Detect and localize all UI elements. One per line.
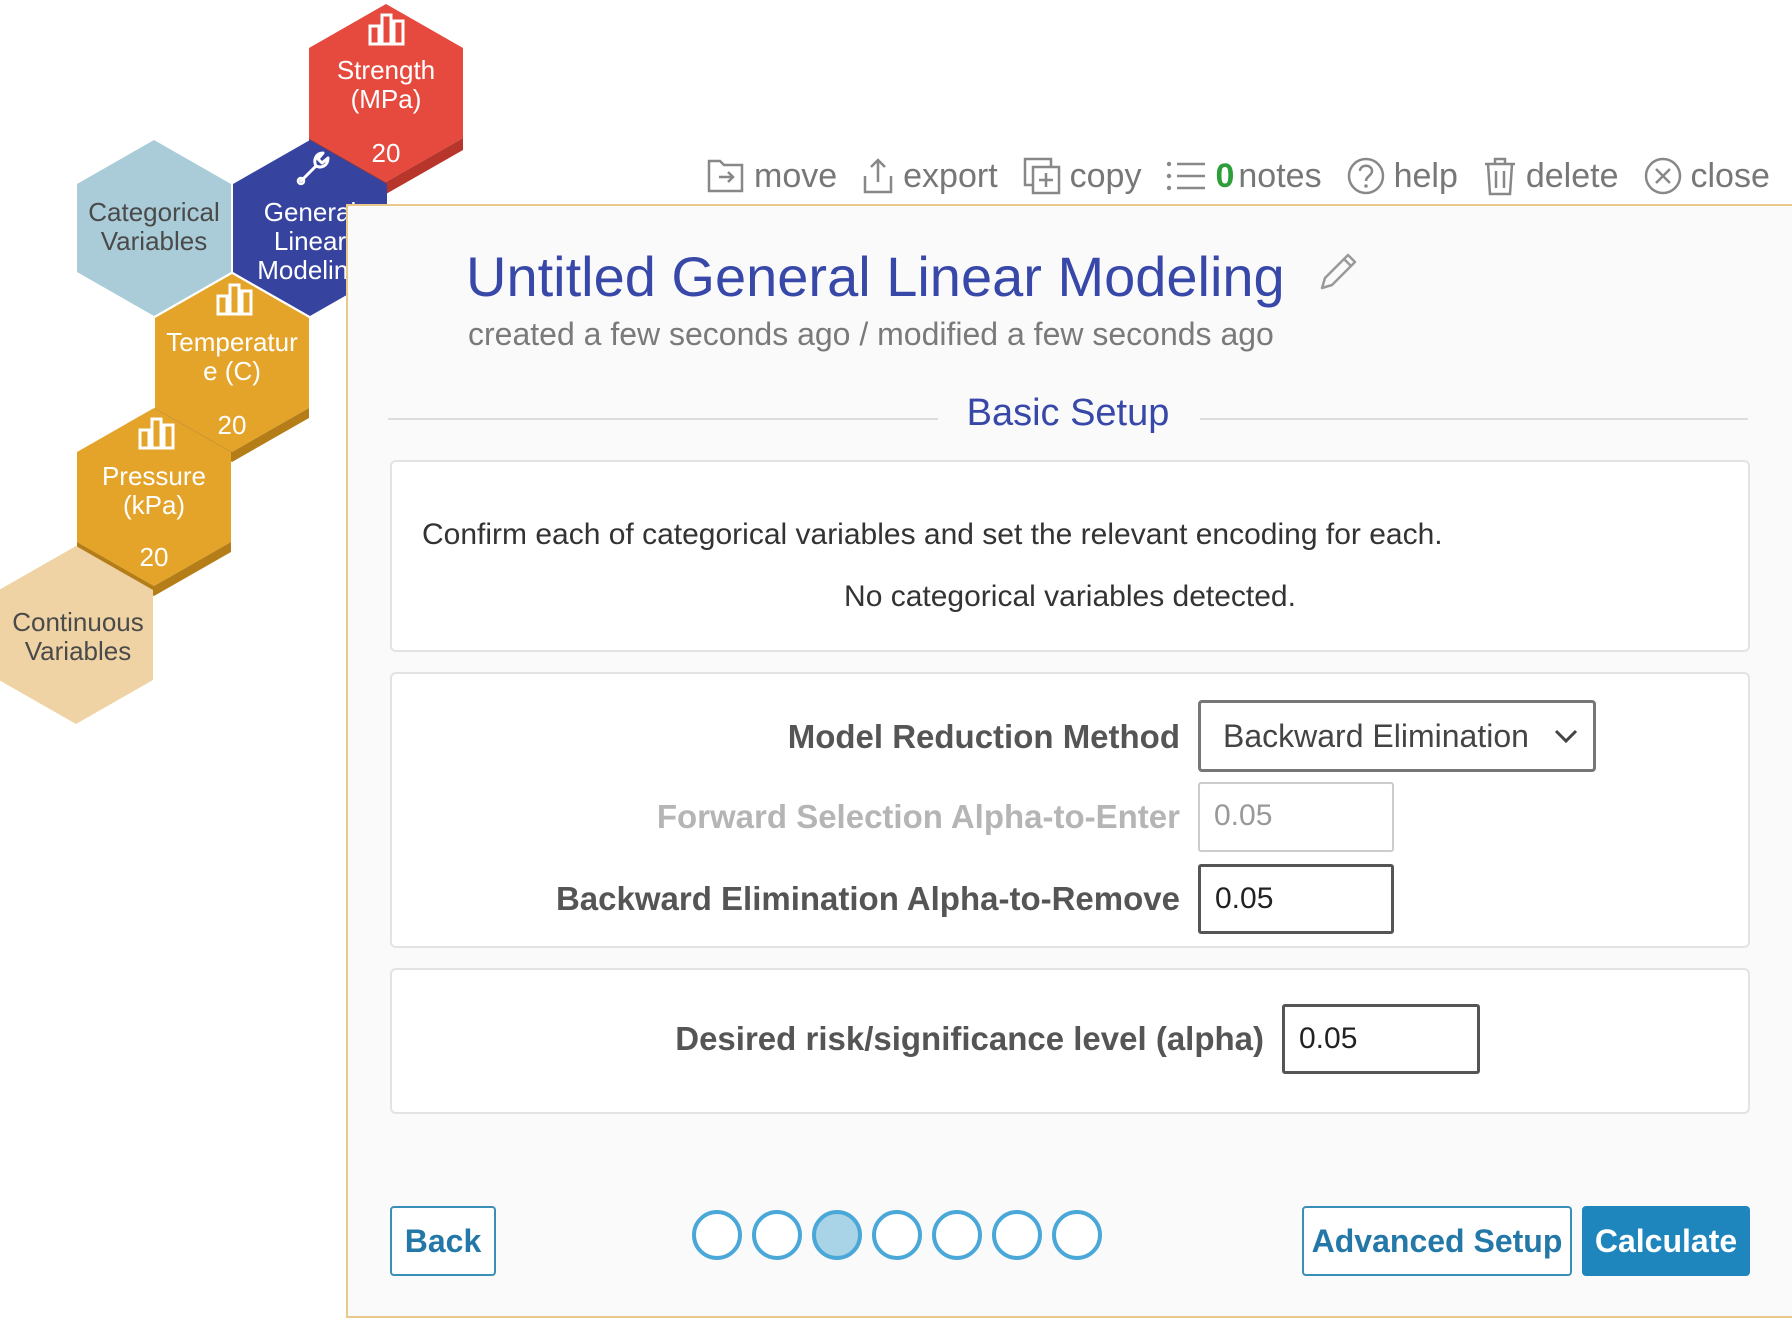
method-label: Model Reduction Method — [787, 718, 1180, 755]
step-dot[interactable] — [932, 1210, 982, 1260]
export-label: export — [903, 156, 998, 195]
notes-count: 0 — [1215, 156, 1235, 195]
hex-strength-label[interactable]: Strength (MPa) — [301, 56, 471, 114]
step-dot[interactable] — [992, 1210, 1042, 1260]
help-button[interactable]: help — [1346, 156, 1458, 196]
section-header: Basic Setup — [388, 392, 1748, 442]
export-button[interactable]: export — [861, 156, 998, 196]
step-dot[interactable] — [1052, 1210, 1102, 1260]
delete-button[interactable]: delete — [1482, 155, 1619, 197]
model-reduction-box: Model Reduction Method Backward Eliminat… — [390, 672, 1750, 948]
bar-chart-icon — [368, 13, 405, 46]
help-label: help — [1393, 156, 1458, 195]
hex-temperature-label[interactable]: Temperatur e (C) — [147, 328, 317, 386]
chevron-down-icon — [1554, 729, 1578, 744]
step-dot[interactable] — [872, 1210, 922, 1260]
categorical-empty-message: No categorical variables detected. — [844, 580, 1296, 613]
close-button[interactable]: close — [1643, 156, 1770, 196]
step-dot[interactable] — [692, 1210, 742, 1260]
copy-label: copy — [1069, 156, 1142, 195]
forward-alpha-label: Forward Selection Alpha-to-Enter — [656, 798, 1180, 835]
hex-pressure-label[interactable]: Pressure (kPa) — [69, 462, 239, 520]
notes-button[interactable]: 0 notes — [1165, 156, 1322, 196]
alpha-box: Desired risk/significance level (alpha) … — [390, 968, 1750, 1114]
calculate-button[interactable]: Calculate — [1582, 1206, 1750, 1276]
bar-chart-icon — [138, 417, 175, 450]
move-icon — [707, 159, 744, 193]
back-button[interactable]: Back — [390, 1206, 496, 1276]
notes-label: notes — [1238, 156, 1322, 195]
analysis-panel: Untitled General Linear Modeling created… — [346, 204, 1792, 1318]
hex-categorical-label[interactable]: Categorical Variables — [69, 198, 239, 256]
backward-alpha-label: Backward Elimination Alpha-to-Remove — [555, 880, 1180, 917]
list-icon — [1167, 161, 1206, 191]
delete-label: delete — [1525, 156, 1619, 195]
method-selected-value: Backward Elimination — [1223, 718, 1529, 754]
move-button[interactable]: move — [706, 157, 837, 196]
close-icon — [1644, 157, 1681, 195]
section-title: Basic Setup — [966, 392, 1170, 434]
help-icon — [1347, 157, 1384, 195]
pencil-icon[interactable] — [1316, 250, 1360, 294]
method-select[interactable]: Backward Elimination — [1198, 700, 1596, 772]
export-icon — [863, 158, 893, 194]
timestamp: created a few seconds ago / modified a f… — [468, 316, 1274, 352]
hex-pressure-count: 20 — [139, 542, 169, 572]
categorical-variables-box: Confirm each of categorical variables an… — [390, 460, 1750, 652]
step-dot[interactable] — [812, 1210, 862, 1260]
hex-continuous-label[interactable]: Continuous Variables — [0, 608, 163, 666]
wrench-icon — [296, 151, 330, 186]
copy-icon — [1023, 157, 1060, 195]
close-label: close — [1690, 156, 1770, 195]
forward-alpha-input: 0.05 — [1198, 782, 1394, 852]
step-dot[interactable] — [752, 1210, 802, 1260]
categorical-instruction: Confirm each of categorical variables an… — [422, 518, 1443, 551]
analysis-toolbar: move export copy 0 notes help delete clo… — [706, 148, 1792, 204]
copy-button[interactable]: copy — [1022, 156, 1142, 196]
trash-icon — [1484, 157, 1515, 196]
alpha-input[interactable]: 0.05 — [1282, 1004, 1480, 1074]
advanced-setup-button[interactable]: Advanced Setup — [1302, 1206, 1572, 1276]
alpha-label: Desired risk/significance level (alpha) — [675, 1020, 1264, 1057]
backward-alpha-input[interactable]: 0.05 — [1198, 864, 1394, 934]
move-label: move — [754, 156, 838, 195]
bar-chart-icon — [216, 283, 253, 316]
page-title: Untitled General Linear Modeling — [466, 245, 1285, 308]
